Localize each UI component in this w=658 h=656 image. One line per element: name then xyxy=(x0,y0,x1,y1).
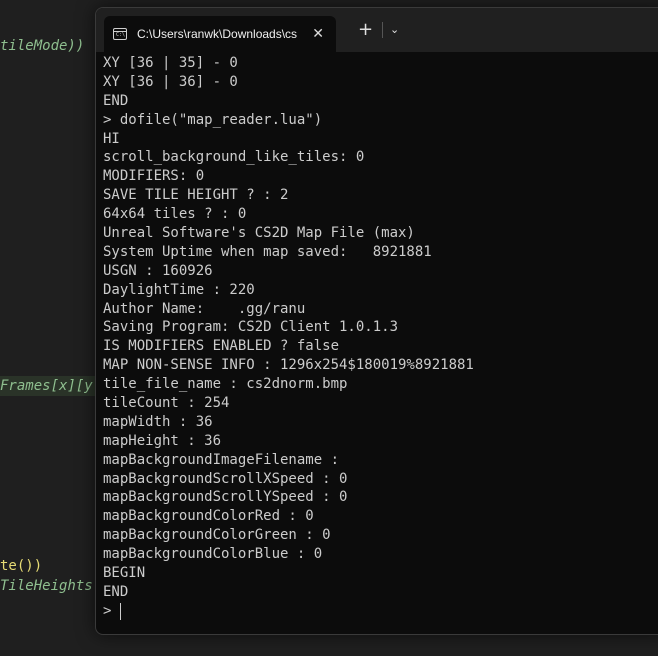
chevron-down-icon[interactable]: ⌄ xyxy=(390,21,399,39)
tab-bar: C:\ C:\Users\ranwk\Downloads\cs ✕ + ⌄ xyxy=(96,8,658,52)
output-line: USGN : 160926 xyxy=(103,262,213,279)
output-line: Saving Program: CS2D Client 1.0.1.3 xyxy=(103,319,399,336)
output-line: mapBackgroundColorGreen : 0 xyxy=(103,527,331,544)
close-tab-icon[interactable]: ✕ xyxy=(312,24,324,44)
editor-code-line: tileMode)) xyxy=(0,38,85,54)
output-line: END xyxy=(103,92,129,109)
output-line: Author Name: .gg/ranu xyxy=(103,300,306,317)
output-line: tileCount : 254 xyxy=(103,395,230,412)
output-line: 64x64 tiles ? : 0 xyxy=(103,206,247,223)
output-line: mapBackgroundColorRed : 0 xyxy=(103,508,314,525)
tab-divider xyxy=(382,22,383,38)
output-line: mapBackgroundColorBlue : 0 xyxy=(103,546,323,563)
output-line: XY [36 | 35] - 0 xyxy=(103,55,238,71)
output-line: mapBackgroundImageFilename : xyxy=(103,451,340,468)
output-line: System Uptime when map saved: 8921881 xyxy=(103,243,432,260)
output-line: SAVE TILE HEIGHT ? : 2 xyxy=(103,187,289,204)
output-line: END xyxy=(103,583,129,600)
output-line: BEGIN xyxy=(103,565,146,582)
output-line: MAP NON-SENSE INFO : 1296x254$180019%892… xyxy=(103,357,474,374)
prompt-symbol: > xyxy=(103,602,112,619)
output-line: IS MODIFIERS ENABLED ? false xyxy=(103,338,340,355)
output-line: > dofile("map_reader.lua") xyxy=(103,111,323,128)
output-line: MODIFIERS: 0 xyxy=(103,168,205,185)
text-cursor xyxy=(120,602,122,620)
output-line: mapBackgroundScrollXSpeed : 0 xyxy=(103,470,348,487)
editor-code-line: te()) xyxy=(0,558,43,574)
terminal-output[interactable]: XY [36 | 35] - 0 XY [36 | 36] - 0 END > … xyxy=(103,54,658,634)
output-line: tile_file_name : cs2dnorm.bmp xyxy=(103,376,348,393)
tab-title: C:\Users\ranwk\Downloads\cs xyxy=(137,27,298,41)
output-line: HI xyxy=(103,130,120,147)
terminal-window[interactable]: C:\ C:\Users\ranwk\Downloads\cs ✕ + ⌄ XY… xyxy=(95,7,658,635)
new-tab-button[interactable]: + xyxy=(358,18,373,42)
output-line: XY [36 | 36] - 0 xyxy=(103,73,238,90)
output-line: DaylightTime : 220 xyxy=(103,281,255,298)
output-line: mapWidth : 36 xyxy=(103,413,213,430)
editor-code-line: TileHeights xyxy=(0,578,93,594)
terminal-tab[interactable]: C:\ C:\Users\ranwk\Downloads\cs ✕ xyxy=(104,16,336,52)
output-line: Unreal Software's CS2D Map File (max) xyxy=(103,225,415,242)
editor-code-line: Frames[x][y xyxy=(0,376,97,396)
command-prompt-line[interactable]: > xyxy=(103,602,658,621)
output-line: scroll_background_like_tiles: 0 xyxy=(103,149,365,166)
output-line: mapHeight : 36 xyxy=(103,432,222,449)
output-line: mapBackgroundScrollYSpeed : 0 xyxy=(103,489,348,506)
command-prompt-icon: C:\ xyxy=(113,28,127,40)
